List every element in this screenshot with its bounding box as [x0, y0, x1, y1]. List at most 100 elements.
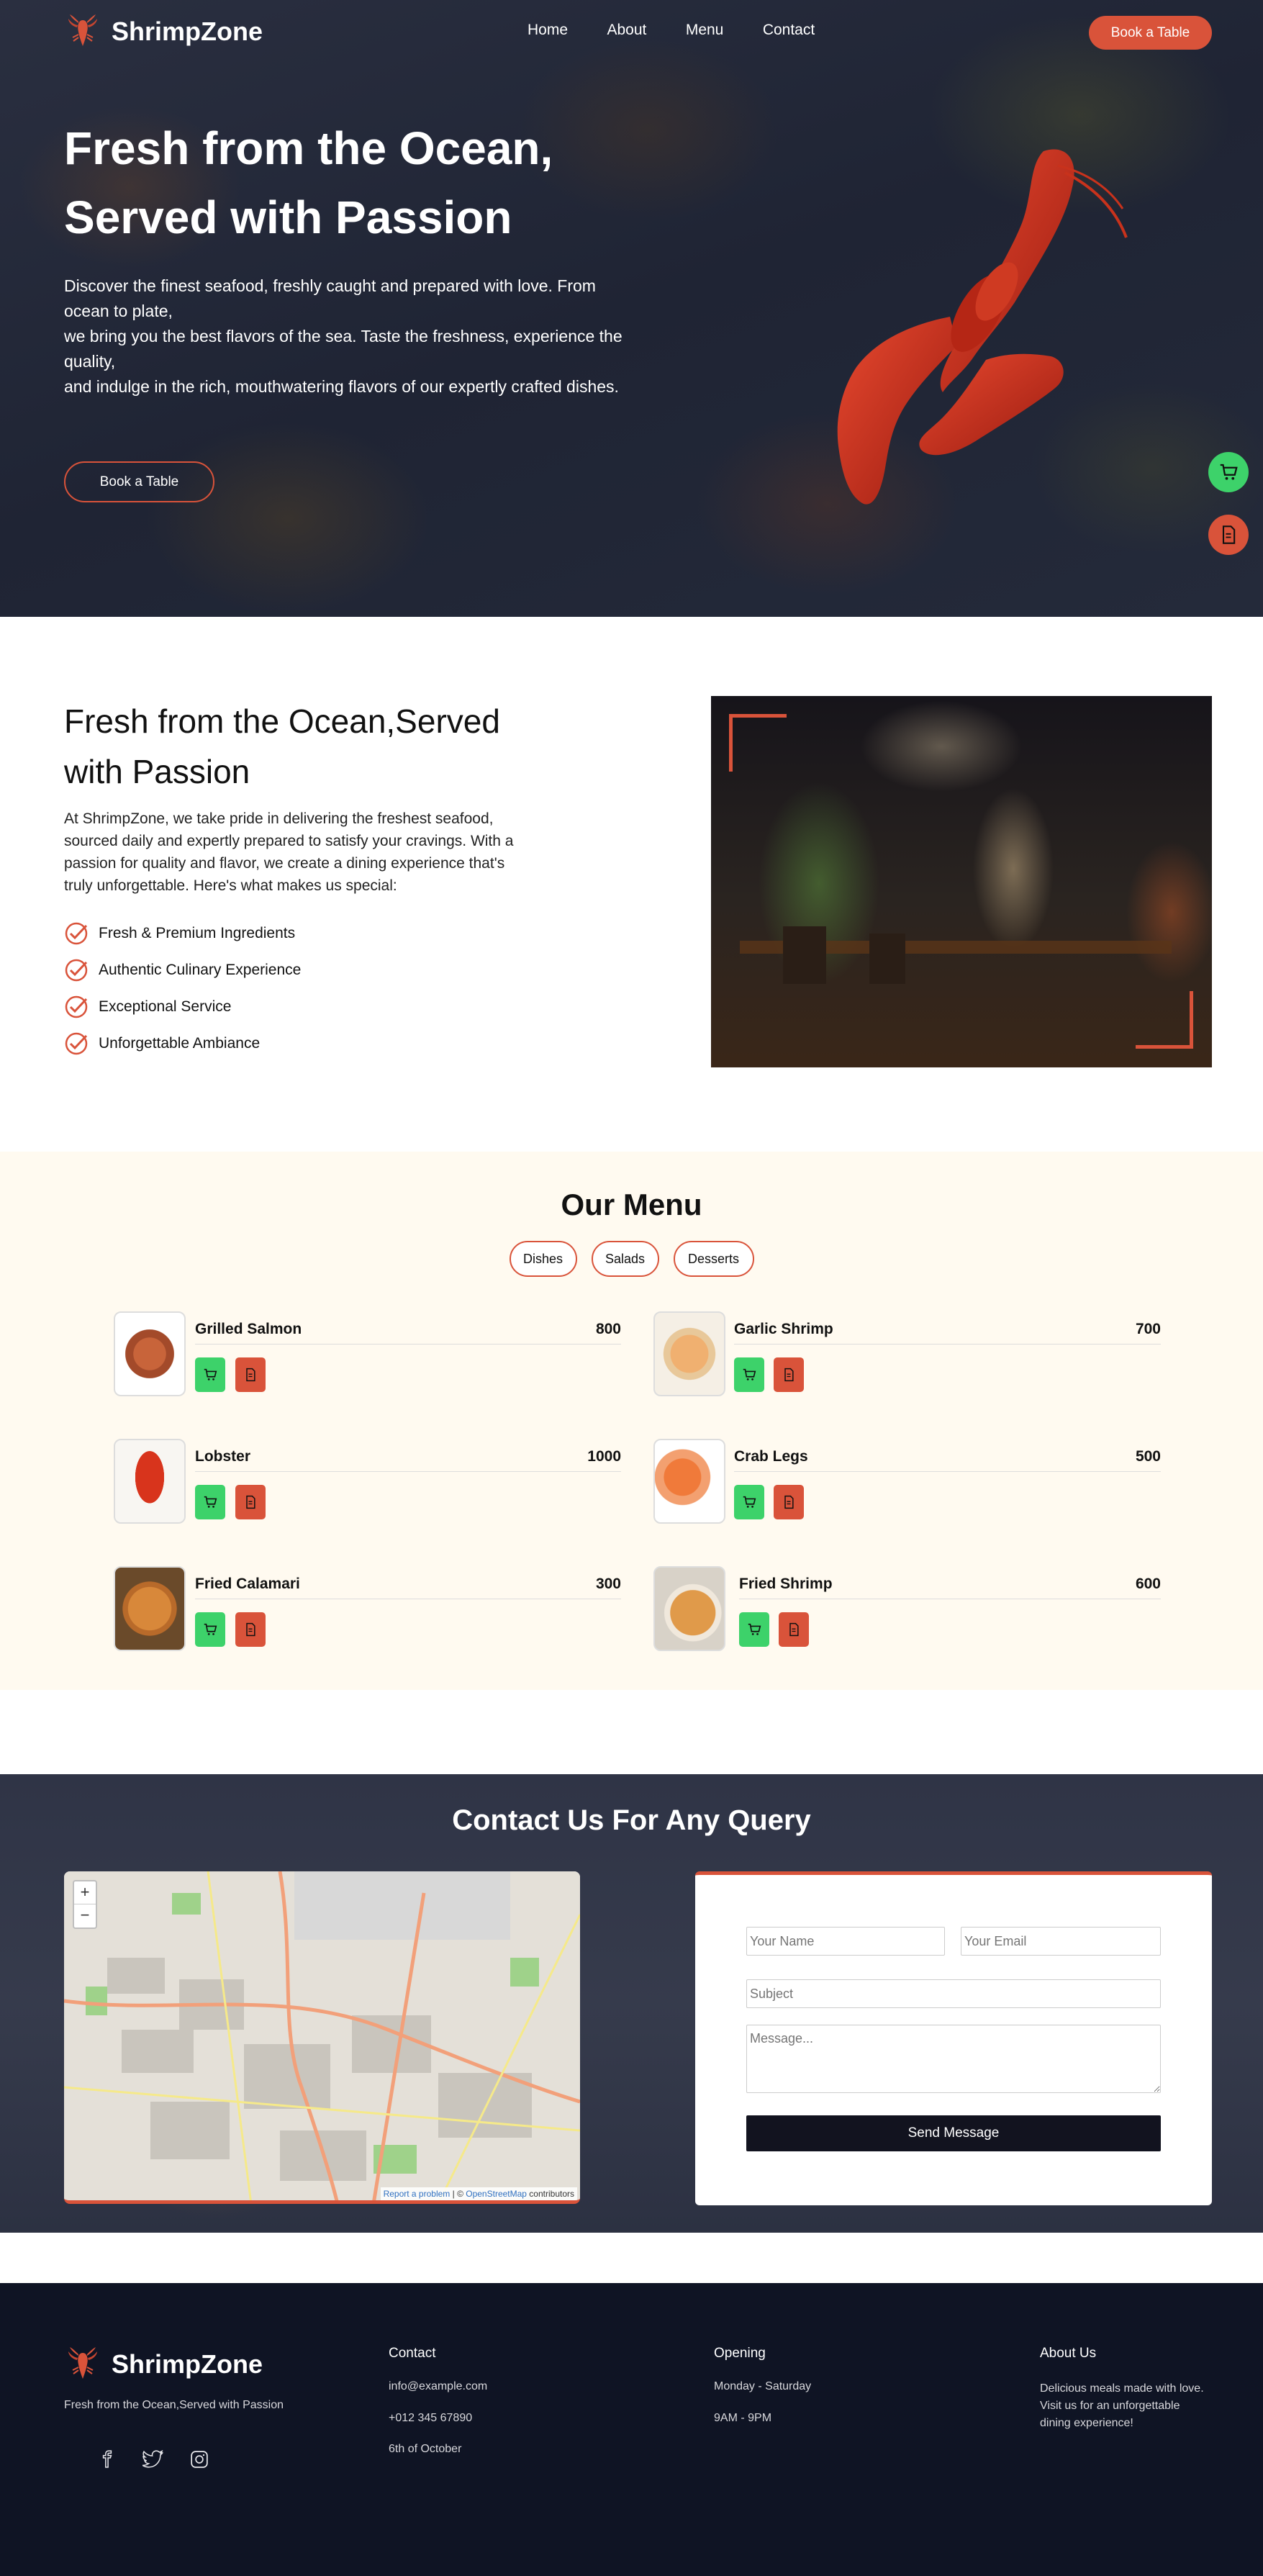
about-title-line2: with Passion [64, 753, 250, 790]
footer-phone[interactable]: +012 345 67890 [389, 2412, 472, 2425]
tab-salads[interactable]: Salads [591, 1241, 659, 1277]
report-problem-link[interactable]: Report a problem [384, 2189, 451, 2199]
feature-label: Authentic Culinary Experience [99, 962, 302, 978]
hero-description: Discover the finest seafood, freshly cau… [64, 274, 633, 399]
footer-about-heading: About Us [1040, 2346, 1097, 2361]
nav-about[interactable]: About [607, 22, 646, 38]
menu-section: Our Menu Dishes Salads Desserts Grilled … [0, 1152, 1263, 1690]
zoom-out-button[interactable]: − [74, 1904, 96, 1928]
menu-item: Crab Legs 500 [653, 1439, 1161, 1525]
corner-frame-top [729, 714, 787, 772]
footer-hours: 9AM - 9PM [714, 2412, 772, 2424]
name-input[interactable] [746, 1927, 945, 1956]
contact-form: Send Message [695, 1871, 1212, 2205]
details-button[interactable] [235, 1357, 266, 1392]
zoom-in-button[interactable]: + [74, 1881, 96, 1904]
subject-input[interactable] [746, 1979, 1161, 2008]
logo[interactable]: ShrimpZone [64, 13, 263, 50]
menu-item: Fried Shrimp 600 [653, 1566, 1161, 1653]
tab-dishes[interactable]: Dishes [509, 1241, 577, 1277]
details-button[interactable] [774, 1357, 804, 1392]
document-icon [1222, 525, 1236, 544]
cart-icon [204, 1623, 217, 1635]
facebook-icon[interactable] [98, 2450, 117, 2469]
feature-list: Fresh & Premium Ingredients Authentic Cu… [64, 921, 301, 1056]
feature-label: Fresh & Premium Ingredients [99, 925, 296, 941]
feature-item: Unforgettable Ambiance [64, 1031, 301, 1056]
lobster-logo-icon [68, 14, 97, 46]
footer-email[interactable]: info@example.com [389, 2380, 487, 2393]
item-price: 500 [1135, 1448, 1161, 1465]
check-icon [65, 995, 88, 1018]
send-message-button[interactable]: Send Message [746, 2115, 1161, 2151]
chair-shape [869, 934, 905, 984]
nav-menu[interactable]: Menu [686, 22, 724, 38]
hero-title-line1: Fresh from the Ocean, [64, 122, 553, 174]
cart-icon [204, 1368, 217, 1380]
osm-link[interactable]: OpenStreetMap [466, 2189, 527, 2199]
menu-item: Garlic Shrimp 700 [653, 1311, 1161, 1398]
footer-logo[interactable]: ShrimpZone [64, 2346, 263, 2383]
about-description: At ShrimpZone, we take pride in deliveri… [64, 810, 514, 894]
floating-cart-button[interactable] [1208, 452, 1249, 492]
menu-item: Lobster 1000 [114, 1439, 621, 1525]
cart-icon [204, 1496, 217, 1508]
document-icon [784, 1368, 794, 1382]
nav-contact[interactable]: Contact [763, 22, 815, 38]
zoom-control: + − [73, 1880, 97, 1929]
about-section: Fresh from the Ocean,Served with Passion… [0, 617, 1263, 1152]
divider [734, 1471, 1161, 1472]
hero-title: Fresh from the Ocean, Served with Passio… [64, 114, 553, 252]
twitter-icon[interactable] [142, 2450, 164, 2469]
item-price: 600 [1135, 1576, 1161, 1592]
item-price: 1000 [587, 1448, 621, 1465]
add-to-cart-button[interactable] [739, 1612, 769, 1647]
footer-days: Monday - Saturday [714, 2380, 812, 2392]
feature-item: Fresh & Premium Ingredients [64, 921, 301, 946]
message-textarea[interactable] [746, 2025, 1161, 2093]
about-title: Fresh from the Ocean,Served with Passion [64, 696, 500, 797]
hero-desc-line1: Discover the finest seafood, freshly cau… [64, 276, 596, 320]
item-name: Garlic Shrimp [734, 1321, 833, 1337]
check-icon [65, 959, 88, 982]
feature-item: Exceptional Service [64, 995, 301, 1019]
add-to-cart-button[interactable] [734, 1357, 764, 1392]
details-button[interactable] [235, 1612, 266, 1647]
location-map[interactable]: + − Report a problem | © OpenStreetMap c… [64, 1871, 580, 2204]
item-price: 300 [595, 1576, 621, 1592]
cart-icon [743, 1496, 756, 1508]
footer-contact-heading: Contact [389, 2346, 436, 2361]
details-button[interactable] [235, 1485, 266, 1519]
add-to-cart-button[interactable] [195, 1357, 225, 1392]
map-attribution: Report a problem | © OpenStreetMap contr… [380, 2187, 577, 2200]
tab-desserts[interactable]: Desserts [673, 1241, 754, 1277]
instagram-icon[interactable] [190, 2450, 209, 2469]
corner-frame-bottom [1136, 991, 1193, 1049]
contact-title: Contact Us For Any Query [452, 1804, 811, 1836]
nav-home[interactable]: Home [528, 22, 568, 38]
add-to-cart-button[interactable] [195, 1612, 225, 1647]
item-name: Fried Shrimp [739, 1576, 833, 1592]
hero-desc-line2: we bring you the best flavors of the sea… [64, 327, 623, 371]
document-icon [784, 1495, 794, 1509]
email-input[interactable] [961, 1927, 1161, 1956]
check-icon [65, 922, 88, 945]
document-icon [789, 1622, 799, 1637]
document-icon [246, 1622, 255, 1637]
item-name: Fried Calamari [195, 1576, 300, 1592]
footer-address: 6th of October [389, 2443, 462, 2455]
details-button[interactable] [779, 1612, 809, 1647]
details-button[interactable] [774, 1485, 804, 1519]
contact-section: Contact Us For Any Query + − Report a pr… [0, 1774, 1263, 2233]
lobster-dish-image [114, 1439, 186, 1524]
hero-book-table-button[interactable]: Book a Table [64, 461, 214, 502]
add-to-cart-button[interactable] [195, 1485, 225, 1519]
item-price: 800 [595, 1321, 621, 1337]
item-name: Grilled Salmon [195, 1321, 302, 1337]
garlic-shrimp-image [653, 1311, 725, 1396]
book-table-nav-button[interactable]: Book a Table [1089, 16, 1212, 50]
feature-label: Exceptional Service [99, 998, 232, 1015]
document-icon [246, 1495, 255, 1509]
add-to-cart-button[interactable] [734, 1485, 764, 1519]
floating-menu-button[interactable] [1208, 515, 1249, 555]
